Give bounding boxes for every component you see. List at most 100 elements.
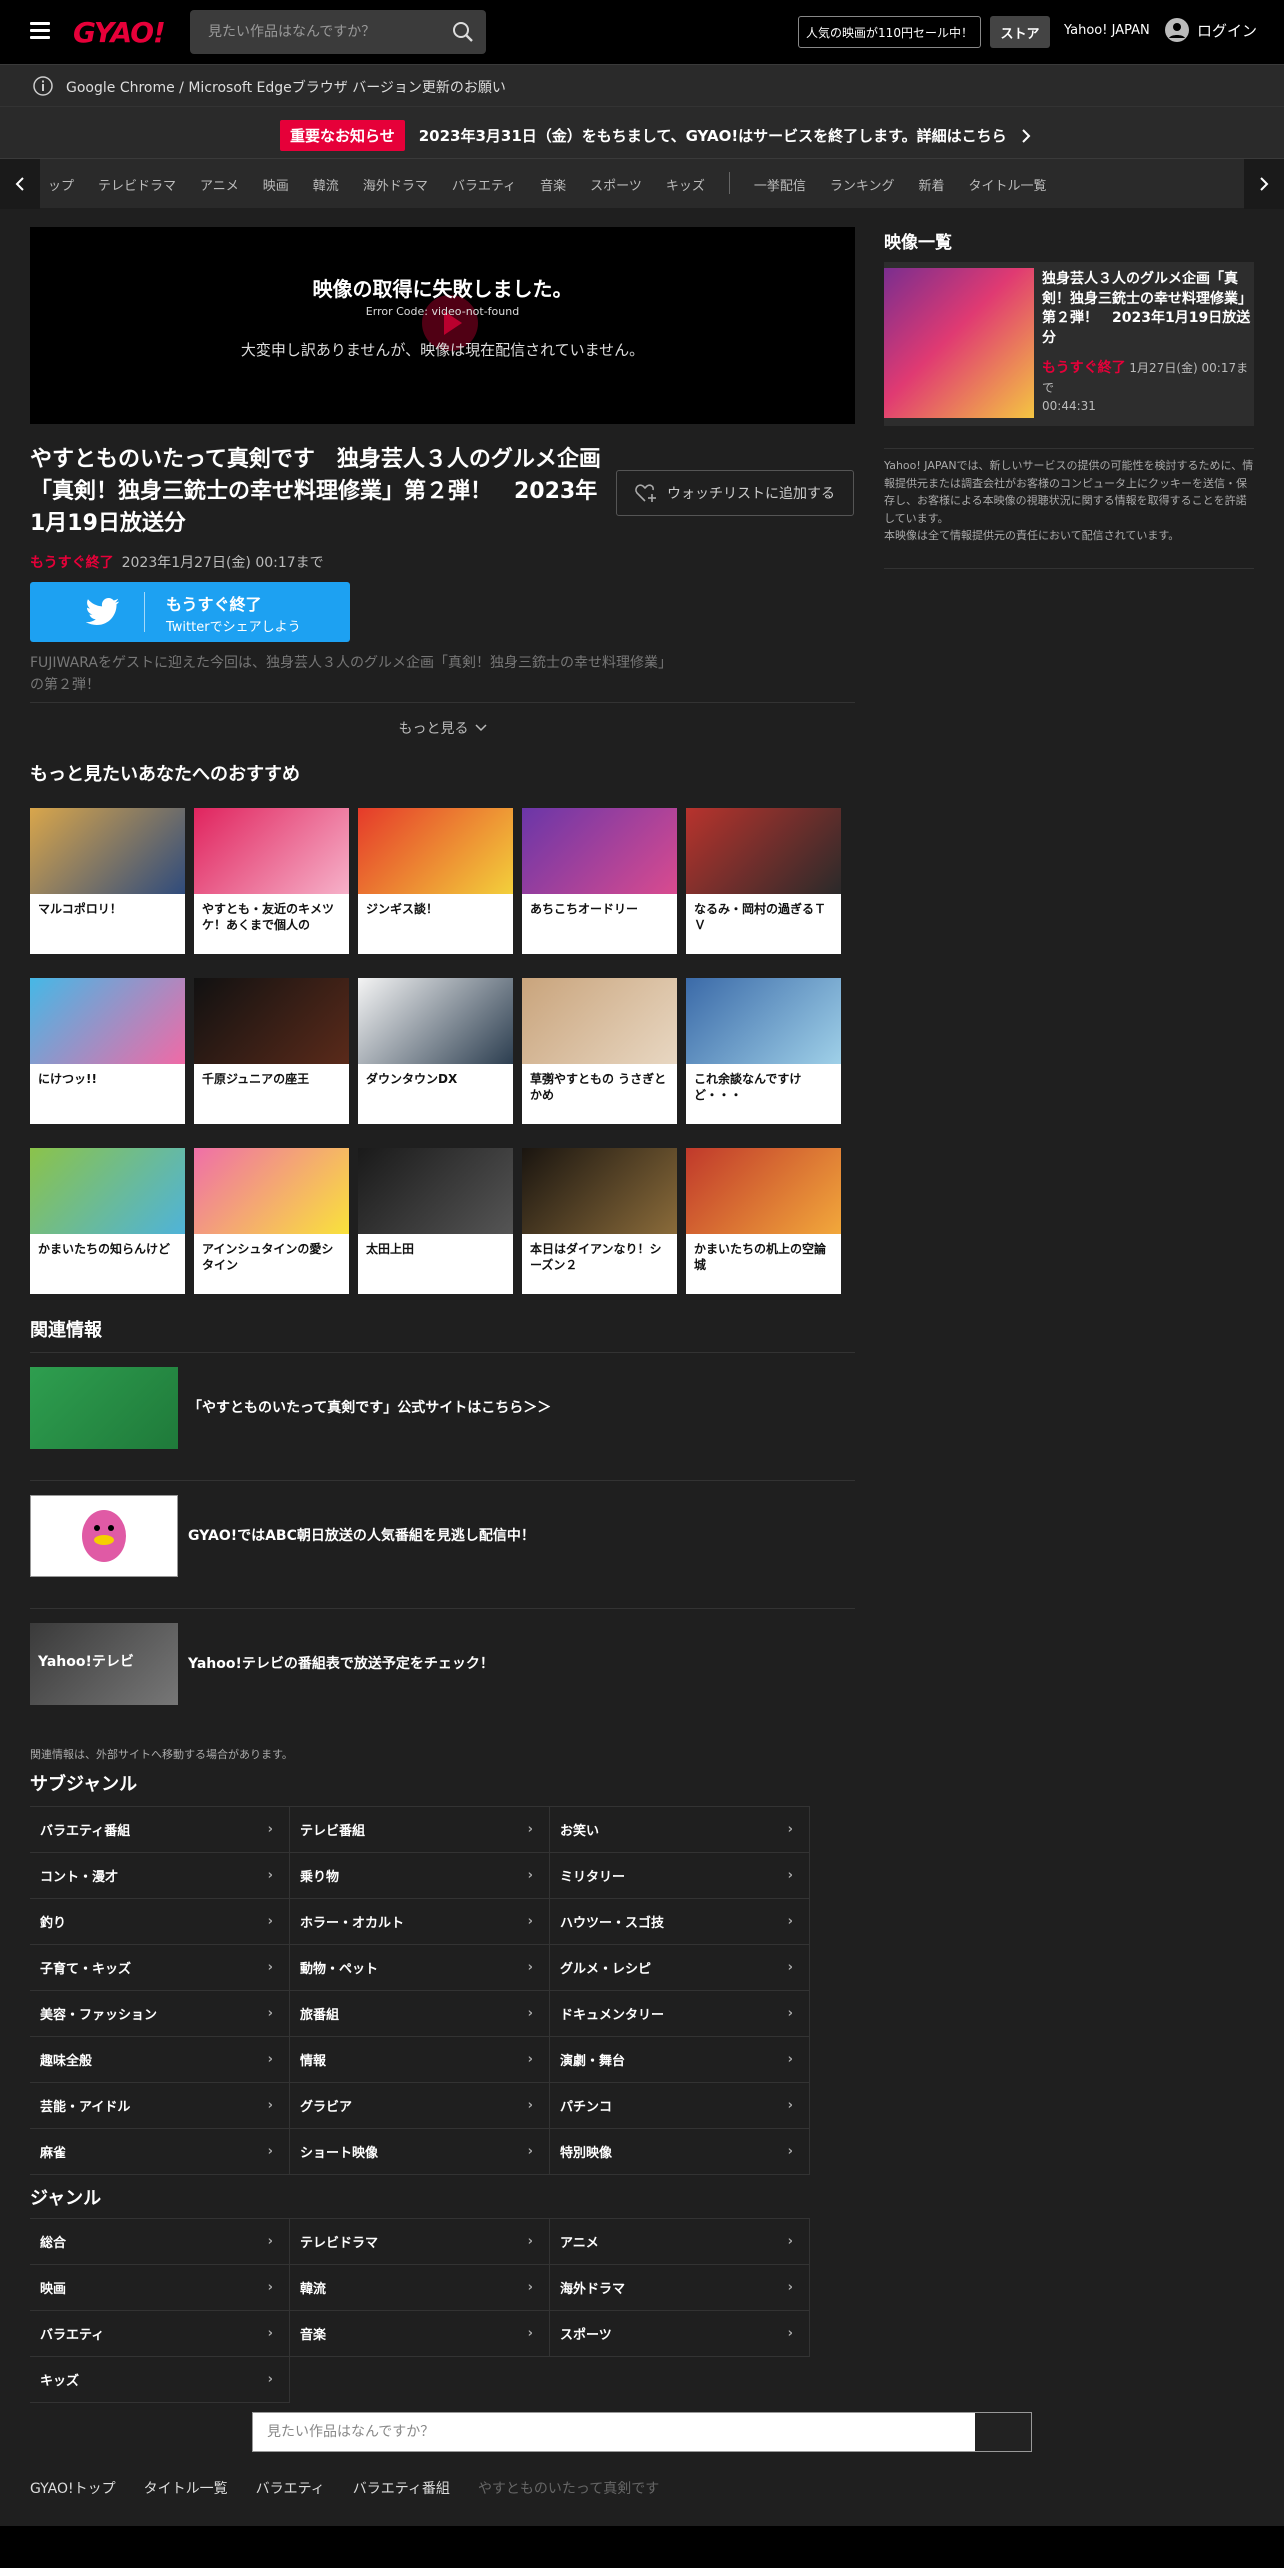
genre-cell[interactable]: 乗り物 › bbox=[290, 1853, 550, 1899]
nav-prev-button[interactable] bbox=[0, 159, 40, 209]
nav-item[interactable]: 映画 bbox=[263, 175, 289, 194]
related-item[interactable]: 「やすとものいたって真剣です」公式サイトはこちら＞＞ bbox=[30, 1352, 855, 1462]
recommend-card[interactable]: あちこちオードリー bbox=[522, 808, 677, 954]
genre-cell[interactable]: バラエティ番組 › bbox=[30, 1807, 290, 1853]
genre-cell[interactable]: 演劇・舞台 › bbox=[550, 2037, 810, 2083]
related-item[interactable]: GYAO!ではABC朝日放送の人気番組を見逃し配信中！ bbox=[30, 1480, 855, 1590]
recommend-thumbnail bbox=[358, 978, 513, 1064]
genre-cell[interactable]: キッズ › bbox=[30, 2357, 290, 2403]
promo-link[interactable]: 人気の映画が110円セール中！ bbox=[798, 16, 981, 48]
genre-cell[interactable]: 海外ドラマ › bbox=[550, 2265, 810, 2311]
nav-item[interactable]: 新着 bbox=[918, 175, 944, 194]
nav-item[interactable]: 韓流 bbox=[313, 175, 339, 194]
genre-cell[interactable]: 情報 › bbox=[290, 2037, 550, 2083]
genre-cell[interactable]: パチンコ › bbox=[550, 2083, 810, 2129]
genre-cell[interactable]: 麻雀 › bbox=[30, 2129, 290, 2175]
menu-icon[interactable] bbox=[30, 22, 50, 40]
genre-cell[interactable]: 音楽 › bbox=[290, 2311, 550, 2357]
recommend-card[interactable]: 太田上田 bbox=[358, 1148, 513, 1294]
genre-cell[interactable]: 総合 › bbox=[30, 2219, 290, 2265]
genre-cell[interactable]: 特別映像 › bbox=[550, 2129, 810, 2175]
nav-item[interactable]: ップ bbox=[48, 175, 74, 194]
recommend-card[interactable]: ジンギス談！ bbox=[358, 808, 513, 954]
breadcrumb-item[interactable]: バラエティ番組 bbox=[353, 2478, 450, 2498]
chevron-right-icon: › bbox=[267, 2234, 273, 2249]
nav-item[interactable]: 一挙配信 bbox=[754, 175, 806, 194]
genre-cell[interactable]: 韓流 › bbox=[290, 2265, 550, 2311]
recommend-thumbnail bbox=[522, 1148, 677, 1234]
genre-cell[interactable]: ハウツー・スゴ技 › bbox=[550, 1899, 810, 1945]
footer-search-button[interactable] bbox=[975, 2413, 1031, 2451]
nav-item[interactable]: アニメ bbox=[200, 175, 239, 194]
recommend-card[interactable]: これ余談なんですけど・・・ bbox=[686, 978, 841, 1124]
recommend-title: アインシュタインの愛シタイン bbox=[202, 1242, 334, 1272]
sidebar-video-card[interactable]: 独身芸人３人のグルメ企画「真剣！独身三銃士の幸せ料理修業」第２弾！ 2023年1… bbox=[884, 262, 1254, 426]
recommend-card[interactable]: にけつッ!! bbox=[30, 978, 185, 1124]
breadcrumb-item[interactable]: タイトル一覧 bbox=[144, 2478, 228, 2498]
genre-cell[interactable]: グラビア › bbox=[290, 2083, 550, 2129]
genre-cell[interactable]: 旅番組 › bbox=[290, 1991, 550, 2037]
recommend-card[interactable]: ダウンタウンDX bbox=[358, 978, 513, 1124]
recommend-thumbnail bbox=[522, 978, 677, 1064]
logo[interactable]: GYAO! bbox=[73, 16, 166, 49]
video-player[interactable]: 映像の取得に失敗しました。 Error Code: video-not-foun… bbox=[30, 227, 855, 424]
genre-cell[interactable]: 趣味全般 › bbox=[30, 2037, 290, 2083]
chevron-right-icon: › bbox=[267, 2098, 273, 2113]
genre-cell[interactable]: お笑い › bbox=[550, 1807, 810, 1853]
recommend-card[interactable]: 草彅やすともの うさぎとかめ bbox=[522, 978, 677, 1124]
sidebar-thumbnail bbox=[884, 268, 1034, 418]
genre-cell[interactable]: ショート映像 › bbox=[290, 2129, 550, 2175]
subgenre-heading: サブジャンル bbox=[30, 1774, 138, 1795]
twitter-share-button[interactable]: もうすぐ終了 Twitterでシェアしよう bbox=[30, 582, 350, 642]
recommend-card[interactable]: マルコポロリ！ bbox=[30, 808, 185, 954]
related-item[interactable]: Yahoo!テレビ Yahoo!テレビの番組表で放送予定をチェック！ bbox=[30, 1608, 855, 1718]
nav-item[interactable]: 音楽 bbox=[540, 175, 566, 194]
footer-search-input[interactable] bbox=[253, 2413, 975, 2451]
service-end-notice[interactable]: 重要なお知らせ 2023年3月31日（金）をもちまして、GYAO!はサービスを終… bbox=[0, 106, 1284, 158]
search-icon[interactable] bbox=[452, 21, 474, 43]
genre-cell[interactable]: スポーツ › bbox=[550, 2311, 810, 2357]
recommend-card[interactable]: かまいたちの机上の空論城 bbox=[686, 1148, 841, 1294]
chevron-right-icon: › bbox=[267, 2006, 273, 2021]
nav-item[interactable]: バラエティ bbox=[452, 175, 516, 194]
genre-cell[interactable]: アニメ › bbox=[550, 2219, 810, 2265]
recommend-card[interactable]: アインシュタインの愛シタイン bbox=[194, 1148, 349, 1294]
nav-item[interactable]: スポーツ bbox=[590, 175, 642, 194]
genre-cell[interactable]: 動物・ペット › bbox=[290, 1945, 550, 1991]
nav-item[interactable]: テレビドラマ bbox=[98, 175, 176, 194]
genre-cell[interactable]: ホラー・オカルト › bbox=[290, 1899, 550, 1945]
nav-next-button[interactable] bbox=[1244, 159, 1284, 209]
genre-cell[interactable]: 美容・ファッション › bbox=[30, 1991, 290, 2037]
nav-item[interactable]: キッズ bbox=[666, 175, 705, 194]
recommend-card[interactable]: やすとも・友近のキメツケ！あくまで個人の bbox=[194, 808, 349, 954]
recommend-card[interactable]: なるみ・岡村の過ぎるＴＶ bbox=[686, 808, 841, 954]
store-button[interactable]: ストア bbox=[990, 16, 1050, 48]
nav-item[interactable]: ランキング bbox=[830, 175, 895, 194]
recommend-card[interactable]: 本日はダイアンなり！シーズン２ bbox=[522, 1148, 677, 1294]
recommend-card[interactable]: かまいたちの知らんけど bbox=[30, 1148, 185, 1294]
genre-label: 韓流 bbox=[300, 2282, 327, 2297]
nav-item[interactable]: 海外ドラマ bbox=[363, 175, 428, 194]
yahoo-japan-link[interactable]: Yahoo! JAPAN bbox=[1064, 23, 1150, 38]
browser-notice[interactable]: Google Chrome / Microsoft Edgeブラウザ バージョン… bbox=[0, 64, 1284, 106]
genre-cell[interactable]: ドキュメンタリー › bbox=[550, 1991, 810, 2037]
genre-cell[interactable]: グルメ・レシピ › bbox=[550, 1945, 810, 1991]
genre-cell[interactable]: コント・漫才 › bbox=[30, 1853, 290, 1899]
genre-cell[interactable]: バラエティ › bbox=[30, 2311, 290, 2357]
breadcrumb-item[interactable]: GYAO!トップ bbox=[30, 2478, 116, 2498]
genre-cell[interactable]: 子育て・キッズ › bbox=[30, 1945, 290, 1991]
chevron-right-icon: › bbox=[787, 2234, 793, 2249]
genre-cell[interactable]: 釣り › bbox=[30, 1899, 290, 1945]
genre-cell[interactable]: テレビ番組 › bbox=[290, 1807, 550, 1853]
show-more-button[interactable]: もっと見る bbox=[30, 702, 855, 752]
nav-item[interactable]: タイトル一覧 bbox=[969, 175, 1047, 194]
genre-cell[interactable]: ミリタリー › bbox=[550, 1853, 810, 1899]
watchlist-button[interactable]: ウォッチリストに追加する bbox=[616, 470, 854, 516]
search-input[interactable] bbox=[190, 10, 440, 54]
breadcrumb-item[interactable]: バラエティ bbox=[256, 2478, 325, 2498]
genre-cell[interactable]: 映画 › bbox=[30, 2265, 290, 2311]
recommend-card[interactable]: 千原ジュニアの座王 bbox=[194, 978, 349, 1124]
genre-cell[interactable]: 芸能・アイドル › bbox=[30, 2083, 290, 2129]
genre-cell[interactable]: テレビドラマ › bbox=[290, 2219, 550, 2265]
login-button[interactable]: ログイン bbox=[1165, 18, 1257, 42]
